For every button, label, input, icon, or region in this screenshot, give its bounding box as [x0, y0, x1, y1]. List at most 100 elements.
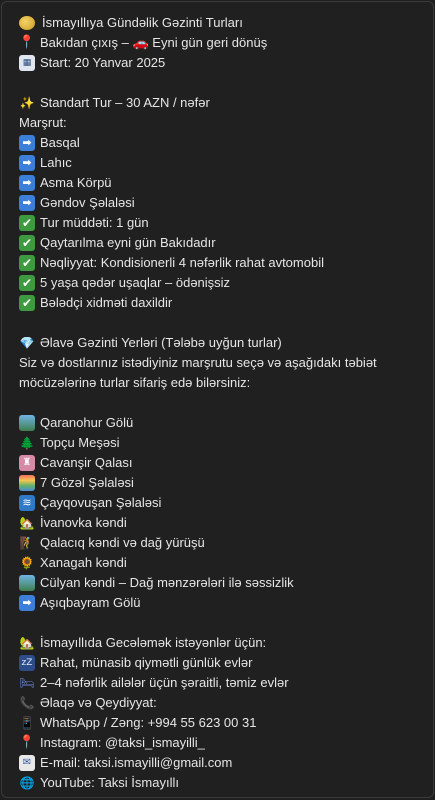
right-arrow-icon: ➡	[19, 175, 35, 191]
route-stop: Lahıc	[40, 155, 72, 170]
tour-feature: Tur müddəti: 1 gün	[40, 215, 149, 230]
route-stop: Asma Körpü	[40, 175, 112, 190]
contact-phone[interactable]: WhatsApp / Zəng: +994 55 623 00 31	[40, 713, 256, 733]
round-pushpin-icon: 📍	[18, 35, 36, 50]
tour-feature: Bələdçi xidməti daxildir	[40, 295, 173, 310]
check-mark-icon: ✔	[19, 275, 35, 291]
list-item: 🧗 Qalacıq kəndi və dağ yürüşü	[19, 533, 425, 553]
evergreen-tree-icon: 🌲	[19, 436, 35, 450]
contact-youtube[interactable]: YouTube: Taksi İsmayıllı	[40, 773, 179, 793]
gem-icon: 💎	[19, 336, 35, 350]
sparkles-icon: ✨	[19, 96, 35, 110]
list-item: 🌐 YouTube: Taksi İsmayıllı	[19, 773, 425, 793]
round-pushpin-icon: 📍	[18, 735, 36, 750]
list-item: ♜ Cavanşir Qalası	[19, 453, 425, 473]
bed-icon: 🛏	[19, 676, 35, 690]
house-icon: 🏡	[19, 516, 35, 530]
list-item: 🛏 2–4 nəfərlik ailələr üçün şəraitli, tə…	[19, 673, 425, 693]
sunflower-icon: 🌻	[19, 556, 35, 570]
list-item: 📱 WhatsApp / Zəng: +994 55 623 00 31	[19, 713, 425, 733]
check-mark-icon: ✔	[19, 215, 35, 231]
destination: İvanovka kəndi	[40, 515, 127, 530]
overnight-info: Rahat, münasib qiymətli günlük evlər	[40, 655, 253, 670]
message-line: ▦ Start: 20 Yanvar 2025	[19, 53, 425, 73]
globe-icon: 🌐	[19, 776, 35, 790]
message-line: İsmayıllıya Gündəlik Gəzinti Turları	[19, 13, 425, 33]
tour-feature: Qaytarılma eyni gün Bakıdadır	[40, 235, 216, 250]
list-item: ➡ Aşıqbayram Gölü	[19, 593, 425, 613]
destination: Cülyan kəndi – Dağ mənzərələri ilə səssi…	[40, 575, 294, 590]
list-item: ✔ Nəqliyyat: Kondisionerli 4 nəfərlik ra…	[19, 253, 425, 273]
destination: Qaranohur Gölü	[40, 415, 134, 430]
water-wave-icon: ≋	[19, 495, 35, 511]
message-line: 📞 Əlaqə və Qeydiyyat:	[19, 693, 425, 713]
start-date: Start: 20 Yanvar 2025	[40, 55, 166, 70]
list-item: 🏡 İvanovka kəndi	[19, 513, 425, 533]
destination: Xanagah kəndi	[40, 555, 127, 570]
destination: Aşıqbayram Gölü	[40, 595, 141, 610]
hiking-person-icon: 🧗	[19, 536, 35, 550]
destination: Cavanşir Qalası	[40, 455, 133, 470]
message-line: 💎 Əlavə Gəzinti Yerləri (Tələbə uyğun tu…	[19, 333, 425, 353]
rainbow-icon	[19, 475, 35, 491]
list-item: ✔ Bələdçi xidməti daxildir	[19, 293, 425, 313]
destination: Topçu Meşəsi	[40, 435, 120, 450]
message-body: İsmayıllıya Gündəlik Gəzinti Turları 📍 B…	[19, 13, 425, 793]
list-item: 🌻 Xanagah kəndi	[19, 553, 425, 573]
extra-tours-description: möcüzələrinə turlar sifariş edə bilərsin…	[19, 375, 251, 390]
house-icon: 🏡	[19, 636, 35, 650]
gold-coin-icon	[19, 16, 35, 30]
list-item: Cülyan kəndi – Dağ mənzərələri ilə səssi…	[19, 573, 425, 593]
list-item: ✔ 5 yaşa qədər uşaqlar – ödənişsiz	[19, 273, 425, 293]
contact-email[interactable]: E-mail: taksi.ismayilli@gmail.com	[40, 753, 232, 773]
message-bubble: İsmayıllıya Gündəlik Gəzinti Turları 📍 B…	[1, 1, 434, 798]
list-item: ➡ Lahıc	[19, 153, 425, 173]
destination: Çayqovuşan Şəlaləsi	[40, 495, 162, 510]
departure-info: Bakıdan çıxış – 🚗 Eyni gün geri dönüş	[40, 35, 268, 50]
tour-feature: 5 yaşa qədər uşaqlar – ödənişsiz	[40, 275, 231, 290]
right-arrow-icon: ➡	[19, 135, 35, 151]
right-arrow-icon: ➡	[19, 155, 35, 171]
list-item: ➡ Asma Körpü	[19, 173, 425, 193]
check-mark-icon: ✔	[19, 235, 35, 251]
framed-landscape-icon	[19, 415, 35, 431]
standard-tour-heading: Standart Tur – 30 AZN / nəfər	[40, 95, 210, 110]
route-stop: Gəndov Şəlaləsi	[40, 195, 135, 210]
list-item: 7 Gözəl Şəlaləsi	[19, 473, 425, 493]
castle-icon: ♜	[19, 455, 35, 471]
check-mark-icon: ✔	[19, 295, 35, 311]
destination: 7 Gözəl Şəlaləsi	[40, 475, 134, 490]
route-stop: Basqal	[40, 135, 80, 150]
list-item: 📍 Instagram: @taksi_ismayilli_	[19, 733, 425, 753]
route-label: Marşrut:	[19, 115, 67, 130]
framed-landscape-icon	[19, 575, 35, 591]
message-line: ✨ Standart Tur – 30 AZN / nəfər	[19, 93, 425, 113]
message-line: Siz və dostlarınız istədiyiniz marşrutu …	[19, 353, 425, 373]
check-mark-icon: ✔	[19, 255, 35, 271]
list-item: zZ Rahat, münasib qiymətli günlük evlər	[19, 653, 425, 673]
message-line: Marşrut:	[19, 113, 425, 133]
calendar-icon: ▦	[19, 55, 35, 71]
message-line: 🏡 İsmayıllıda Gecələmək istəyənlər üçün:	[19, 633, 425, 653]
email-icon: ✉	[19, 755, 35, 771]
list-item: Qaranohur Gölü	[19, 413, 425, 433]
overnight-info: 2–4 nəfərlik ailələr üçün şəraitli, təmi…	[40, 675, 289, 690]
extra-tours-heading: Əlavə Gəzinti Yerləri (Tələbə uyğun turl…	[40, 335, 282, 350]
right-arrow-icon: ➡	[19, 195, 35, 211]
tour-title: İsmayıllıya Gündəlik Gəzinti Turları	[42, 15, 243, 30]
list-item: ✉ E-mail: taksi.ismayilli@gmail.com	[19, 753, 425, 773]
list-item: ≋ Çayqovuşan Şəlaləsi	[19, 493, 425, 513]
list-item: ✔ Tur müddəti: 1 gün	[19, 213, 425, 233]
tour-feature: Nəqliyyat: Kondisionerli 4 nəfərlik raha…	[40, 255, 324, 270]
list-item: ✔ Qaytarılma eyni gün Bakıdadır	[19, 233, 425, 253]
contact-heading: Əlaqə və Qeydiyyat:	[40, 695, 157, 710]
overnight-heading: İsmayıllıda Gecələmək istəyənlər üçün:	[40, 635, 267, 650]
telephone-icon: 📞	[19, 696, 35, 710]
mobile-phone-icon: 📱	[19, 716, 35, 730]
list-item: ➡ Basqal	[19, 133, 425, 153]
contact-instagram[interactable]: Instagram: @taksi_ismayilli_	[40, 733, 205, 753]
sleeping-icon: zZ	[19, 655, 35, 671]
right-arrow-icon: ➡	[19, 595, 35, 611]
message-line: möcüzələrinə turlar sifariş edə bilərsin…	[19, 373, 425, 393]
message-line: 📍 Bakıdan çıxış – 🚗 Eyni gün geri dönüş	[19, 33, 425, 53]
